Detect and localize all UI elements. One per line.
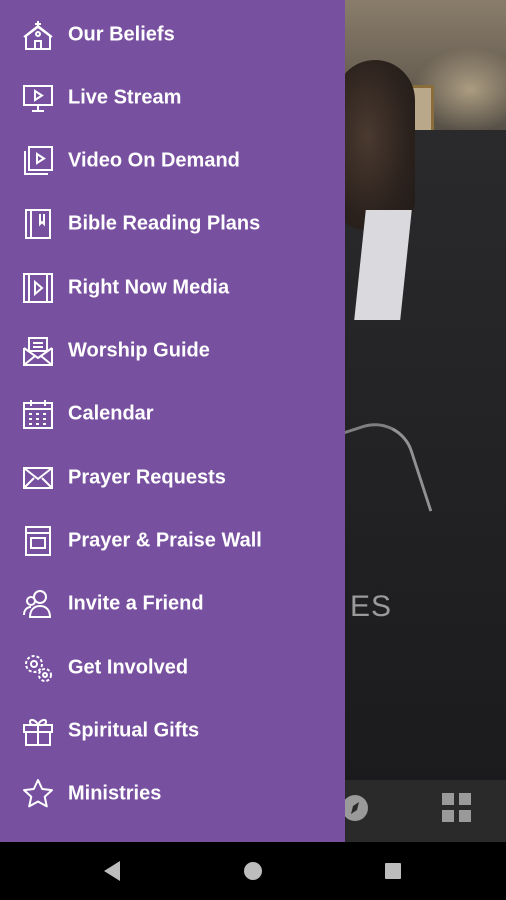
system-navigation-bar (0, 842, 506, 900)
menu-item-live-stream[interactable]: Live Stream (0, 66, 345, 129)
menu-item-worship-guide[interactable]: Worship Guide (0, 319, 345, 382)
menu-item-label: Calendar (68, 402, 154, 424)
grid-icon[interactable] (442, 793, 472, 823)
background-partial-text: ES (350, 590, 393, 623)
open-envelope-icon (22, 335, 54, 367)
envelope-icon (22, 462, 54, 494)
bulletin-icon (22, 525, 54, 557)
pastor-head (335, 60, 415, 230)
menu-item-calendar[interactable]: Calendar (0, 382, 345, 445)
menu-item-label: Our Beliefs (68, 23, 175, 45)
menu-item-label: Worship Guide (68, 339, 210, 361)
menu-item-label: Bible Reading Plans (68, 212, 261, 234)
media-play-icon (22, 272, 54, 304)
church-icon (22, 19, 54, 51)
gift-icon (22, 715, 54, 747)
menu-item-label: Live Stream (68, 86, 182, 108)
menu-item-label: Prayer & Praise Wall (68, 529, 262, 551)
menu-item-label: Invite a Friend (68, 592, 204, 614)
people-icon (22, 588, 54, 620)
menu-item-prayer-requests[interactable]: Prayer Requests (0, 446, 345, 509)
menu-item-video-on-demand[interactable]: Video On Demand (0, 129, 345, 192)
menu-item-our-beliefs[interactable]: Our Beliefs (0, 3, 345, 66)
menu-item-label: Right Now Media (68, 276, 230, 298)
menu-item-get-involved[interactable]: Get Involved (0, 636, 345, 699)
home-icon[interactable] (235, 853, 271, 889)
star-icon (22, 778, 54, 810)
menu-item-invite-a-friend[interactable]: Invite a Friend (0, 572, 345, 635)
monitor-play-icon (22, 82, 54, 114)
menu-item-spiritual-gifts[interactable]: Spiritual Gifts (0, 699, 345, 762)
recents-icon[interactable] (375, 853, 411, 889)
menu-item-label: Prayer Requests (68, 466, 226, 488)
navigation-drawer: Our Beliefs Live Stream Video On Demand … (0, 0, 345, 842)
menu-item-label: Ministries (68, 782, 162, 804)
menu-item-label: Spiritual Gifts (68, 719, 200, 741)
menu-item-bible-reading-plans[interactable]: Bible Reading Plans (0, 192, 345, 255)
menu-item-label: Get Involved (68, 656, 189, 678)
calendar-icon (22, 398, 54, 430)
menu-item-prayer-praise-wall[interactable]: Prayer & Praise Wall (0, 509, 345, 572)
video-library-icon (22, 145, 54, 177)
menu-item-label: Video On Demand (68, 149, 240, 171)
back-icon[interactable] (94, 853, 130, 889)
gears-icon (22, 652, 54, 684)
menu-item-right-now-media[interactable]: Right Now Media (0, 256, 345, 319)
menu-item-ministries[interactable]: Ministries (0, 762, 345, 825)
bible-icon (22, 208, 54, 240)
